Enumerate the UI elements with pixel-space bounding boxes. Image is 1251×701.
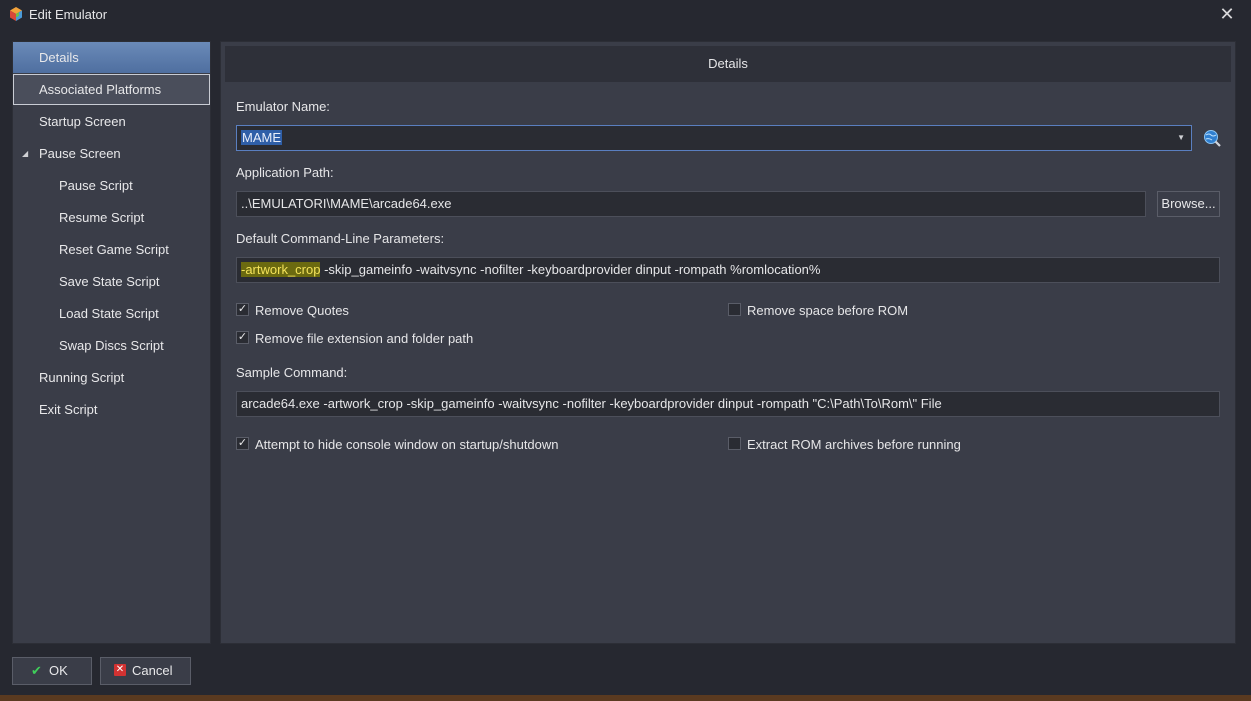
remove-extension-checkbox[interactable]: ✓: [236, 331, 249, 344]
remove-quotes-label[interactable]: Remove Quotes: [255, 303, 349, 318]
application-path-input[interactable]: ..\EMULATORI\MAME\arcade64.exe: [236, 191, 1146, 217]
command-line-parameters-label: Default Command-Line Parameters:: [236, 231, 445, 246]
nav-item-label: Resume Script: [59, 210, 145, 225]
nav-item-label: Pause Script: [59, 178, 133, 193]
nav-item-label: Pause Screen: [39, 146, 121, 161]
nav-item-details[interactable]: Details: [13, 42, 210, 73]
nav-item-label: Save State Script: [59, 274, 160, 289]
sample-command-field: arcade64.exe -artwork_crop -skip_gameinf…: [236, 391, 1220, 417]
nav-item-associated-platforms[interactable]: Associated Platforms: [13, 74, 210, 105]
nav-item-load-state-script[interactable]: Load State Script: [13, 298, 210, 329]
nav-item-exit-script[interactable]: Exit Script: [13, 394, 210, 425]
nav-item-reset-game-script[interactable]: Reset Game Script: [13, 234, 210, 265]
nav-item-startup-screen[interactable]: Startup Screen: [13, 106, 210, 137]
nav-item-label: Reset Game Script: [59, 242, 169, 257]
nav-item-resume-script[interactable]: Resume Script: [13, 202, 210, 233]
ok-button[interactable]: ✔ OK: [12, 657, 92, 685]
application-path-label: Application Path:: [236, 165, 334, 180]
remove-space-checkbox[interactable]: [728, 303, 741, 316]
close-icon[interactable]: ✕: [1217, 4, 1237, 24]
nav-item-label: Exit Script: [39, 402, 98, 417]
nav-item-pause-script[interactable]: Pause Script: [13, 170, 210, 201]
remove-extension-label[interactable]: Remove file extension and folder path: [255, 331, 473, 346]
command-line-parameters-input[interactable]: -artwork_crop -skip_gameinfo -waitvsync …: [236, 257, 1220, 283]
hide-console-label[interactable]: Attempt to hide console window on startu…: [255, 437, 559, 452]
app-cube-icon: [10, 7, 22, 21]
chevron-down-icon[interactable]: ▼: [1177, 126, 1185, 150]
nav-item-label: Swap Discs Script: [59, 338, 164, 353]
x-icon: ✕: [114, 664, 126, 676]
globe-search-icon[interactable]: [1203, 129, 1221, 147]
nav-item-label: Startup Screen: [39, 114, 126, 129]
nav-item-save-state-script[interactable]: Save State Script: [13, 266, 210, 297]
panel-header: Details: [225, 46, 1231, 82]
title-bar: [0, 0, 1251, 30]
background-strip: [0, 695, 1251, 701]
sample-command-label: Sample Command:: [236, 365, 348, 380]
expand-caret-icon[interactable]: ◢: [22, 138, 28, 169]
window-title: Edit Emulator: [29, 7, 108, 22]
parameters-text: -skip_gameinfo -waitvsync -nofilter -key…: [320, 262, 821, 277]
nav-item-label: Load State Script: [59, 306, 159, 321]
cancel-button[interactable]: ✕ Cancel: [100, 657, 191, 685]
nav-item-label: Associated Platforms: [39, 82, 162, 97]
emulator-name-label: Emulator Name:: [236, 99, 330, 114]
emulator-name-combobox[interactable]: MAME ▼: [236, 125, 1192, 151]
browse-button[interactable]: Browse...: [1157, 191, 1220, 217]
extract-archives-checkbox[interactable]: [728, 437, 741, 450]
ok-label: OK: [49, 663, 68, 678]
hide-console-checkbox[interactable]: ✓: [236, 437, 249, 450]
extract-archives-label[interactable]: Extract ROM archives before running: [747, 437, 961, 452]
nav-item-running-script[interactable]: Running Script: [13, 362, 210, 393]
highlighted-parameter: -artwork_crop: [241, 262, 321, 277]
remove-quotes-checkbox[interactable]: ✓: [236, 303, 249, 316]
check-icon: ✔: [31, 663, 42, 678]
remove-space-label[interactable]: Remove space before ROM: [747, 303, 908, 318]
emulator-name-value: MAME: [241, 130, 282, 145]
nav-item-pause-screen[interactable]: ◢ Pause Screen: [13, 138, 210, 169]
nav-item-label: Running Script: [39, 370, 125, 385]
nav-item-swap-discs-script[interactable]: Swap Discs Script: [13, 330, 210, 361]
nav-item-label: Details: [39, 50, 79, 65]
cancel-label: Cancel: [132, 663, 173, 678]
